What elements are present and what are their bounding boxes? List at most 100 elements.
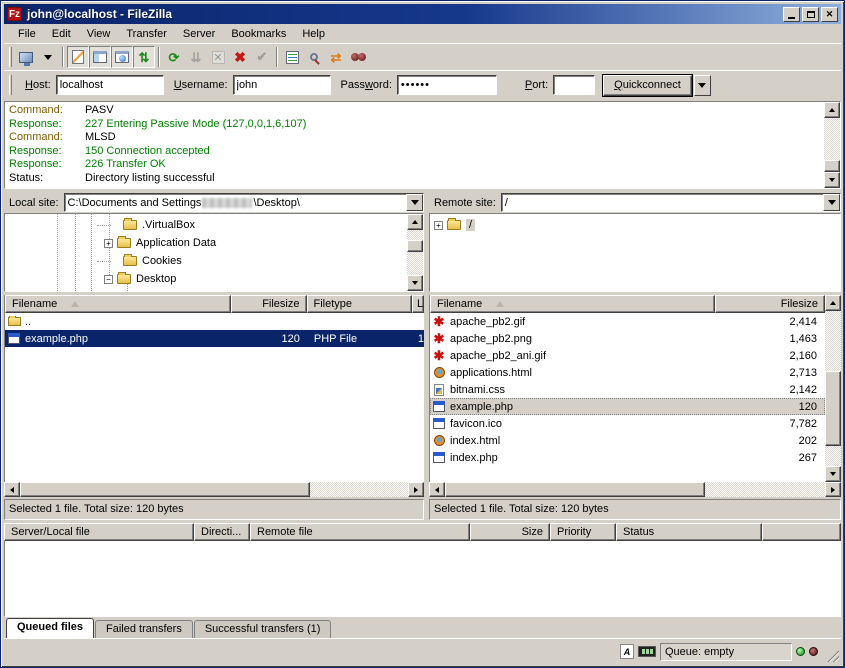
scroll-up-button[interactable] [407, 214, 423, 230]
reconnect-button[interactable]: ✔ [251, 46, 273, 68]
scroll-left-button[interactable] [429, 482, 445, 497]
scroll-right-button[interactable] [825, 482, 841, 497]
tree-item-root[interactable]: + / [434, 216, 475, 234]
local-site-combo[interactable]: C:\Documents and Settings\Desktop\ [64, 193, 424, 212]
tree-item-desktop[interactable]: − Desktop [104, 270, 176, 288]
table-row[interactable]: bitnami.css 2,142 [430, 381, 825, 398]
message-log-icon [72, 50, 84, 64]
column-filename[interactable]: Filename [430, 295, 715, 313]
menu-edit[interactable]: Edit [44, 26, 79, 42]
disconnect-button[interactable]: ✖ [229, 46, 251, 68]
table-row-example-php-selected[interactable]: example.php 120 [430, 398, 825, 415]
scroll-down-button[interactable] [825, 466, 841, 482]
local-tree-area[interactable]: .VirtualBox + Application Data Cookies −… [5, 214, 407, 291]
site-manager-dropdown[interactable] [37, 46, 59, 68]
column-status[interactable]: Status [616, 523, 762, 541]
speed-limits-icon[interactable] [638, 646, 656, 657]
tab-successful-transfers[interactable]: Successful transfers (1) [194, 620, 332, 638]
password-input[interactable] [397, 75, 497, 95]
column-priority[interactable]: Priority [550, 523, 616, 541]
scroll-up-button[interactable] [825, 295, 841, 311]
remote-list-vertical-scrollbar[interactable] [825, 295, 841, 482]
tree-item-virtualbox[interactable]: .VirtualBox [123, 216, 195, 234]
quickconnect-button[interactable]: Quickconnect [603, 75, 692, 96]
expand-plus-icon[interactable]: + [434, 221, 443, 230]
toggle-local-tree-button[interactable] [89, 46, 111, 68]
expand-plus-icon[interactable]: + [104, 239, 113, 248]
find-files-button[interactable] [347, 46, 369, 68]
column-filename[interactable]: Filename [5, 295, 231, 313]
scroll-down-button[interactable] [824, 172, 840, 188]
column-filesize[interactable]: Filesize [715, 295, 825, 313]
column-size[interactable]: Size [470, 523, 550, 541]
table-row-example-php-selected[interactable]: example.php 120 PHP File 1 [5, 330, 424, 347]
column-server-local-file[interactable]: Server/Local file [4, 523, 194, 541]
queue-body[interactable] [4, 541, 841, 617]
app-icon[interactable]: Fz [7, 7, 22, 21]
scrollbar-thumb[interactable] [407, 240, 423, 252]
remote-tree-area[interactable]: + / [430, 214, 840, 291]
close-button[interactable]: ✕ [821, 7, 838, 22]
table-row[interactable]: ✱apache_pb2_ani.gif 2,160 [430, 347, 825, 364]
local-horizontal-scrollbar[interactable] [4, 482, 424, 497]
collapse-minus-icon[interactable]: − [104, 275, 113, 284]
tab-queued-files[interactable]: Queued files [6, 618, 94, 638]
tab-failed-transfers[interactable]: Failed transfers [95, 620, 193, 638]
username-input[interactable] [233, 75, 331, 95]
remote-site-combo[interactable]: / [501, 193, 841, 212]
maximize-button[interactable] [802, 7, 819, 22]
combo-dropdown-button[interactable] [406, 194, 423, 211]
log-vertical-scrollbar[interactable] [824, 102, 840, 188]
table-row-parent-dir[interactable]: .. [5, 313, 424, 330]
scrollbar-thumb[interactable] [20, 482, 310, 497]
site-manager-button[interactable] [15, 46, 37, 68]
menu-file[interactable]: File [10, 26, 44, 42]
refresh-button[interactable]: ⟳ [163, 46, 185, 68]
scroll-down-button[interactable] [407, 275, 423, 291]
table-row[interactable]: ✱apache_pb2.gif 2,414 [430, 313, 825, 330]
combo-dropdown-button[interactable] [823, 194, 840, 211]
quickconnect-grip[interactable] [9, 75, 12, 95]
toggle-transfer-queue-button[interactable]: ⇅ [133, 46, 155, 68]
quickconnect-dropdown[interactable] [694, 75, 711, 96]
cancel-operation-button[interactable]: ✕ [207, 46, 229, 68]
table-row[interactable]: favicon.ico 7,782 [430, 415, 825, 432]
scroll-left-button[interactable] [4, 482, 20, 497]
synchronized-browsing-button[interactable]: ⇄ [325, 46, 347, 68]
table-row[interactable]: index.html 202 [430, 432, 825, 449]
toolbar-grip[interactable] [9, 47, 12, 67]
table-row[interactable]: applications.html 2,713 [430, 364, 825, 381]
menu-view[interactable]: View [79, 26, 119, 42]
scrollbar-thumb[interactable] [445, 482, 705, 497]
resize-grip[interactable] [826, 649, 839, 662]
column-filesize[interactable]: Filesize [231, 295, 307, 313]
menu-bookmarks[interactable]: Bookmarks [223, 26, 294, 42]
transfer-type-icon[interactable]: A [620, 644, 634, 659]
scrollbar-thumb[interactable] [824, 160, 840, 172]
minimize-button[interactable] [783, 7, 800, 22]
host-input[interactable] [56, 75, 164, 95]
remote-horizontal-scrollbar[interactable] [429, 482, 841, 497]
table-row[interactable]: ✱apache_pb2.png 1,463 [430, 330, 825, 347]
local-tree-vertical-scrollbar[interactable] [407, 214, 423, 291]
local-path-suffix: \Desktop\ [253, 197, 299, 209]
directory-comparison-button[interactable] [303, 46, 325, 68]
tree-item-cookies[interactable]: Cookies [123, 252, 182, 270]
toggle-message-log-button[interactable] [67, 46, 89, 68]
scroll-up-button[interactable] [824, 102, 840, 118]
column-filetype[interactable]: Filetype [307, 295, 413, 313]
process-queue-button[interactable]: ⇊ [185, 46, 207, 68]
scrollbar-thumb[interactable] [825, 371, 841, 446]
menu-server[interactable]: Server [175, 26, 223, 42]
menu-help[interactable]: Help [294, 26, 333, 42]
table-row[interactable]: index.php 267 [430, 449, 825, 466]
column-last-modified[interactable]: L [412, 295, 424, 313]
column-direction[interactable]: Directi... [194, 523, 250, 541]
menu-transfer[interactable]: Transfer [118, 26, 175, 42]
scroll-right-button[interactable] [408, 482, 424, 497]
toggle-remote-tree-button[interactable] [111, 46, 133, 68]
filter-button[interactable] [281, 46, 303, 68]
tree-item-application-data[interactable]: + Application Data [104, 234, 216, 252]
port-input[interactable] [553, 75, 595, 95]
column-remote-file[interactable]: Remote file [250, 523, 470, 541]
